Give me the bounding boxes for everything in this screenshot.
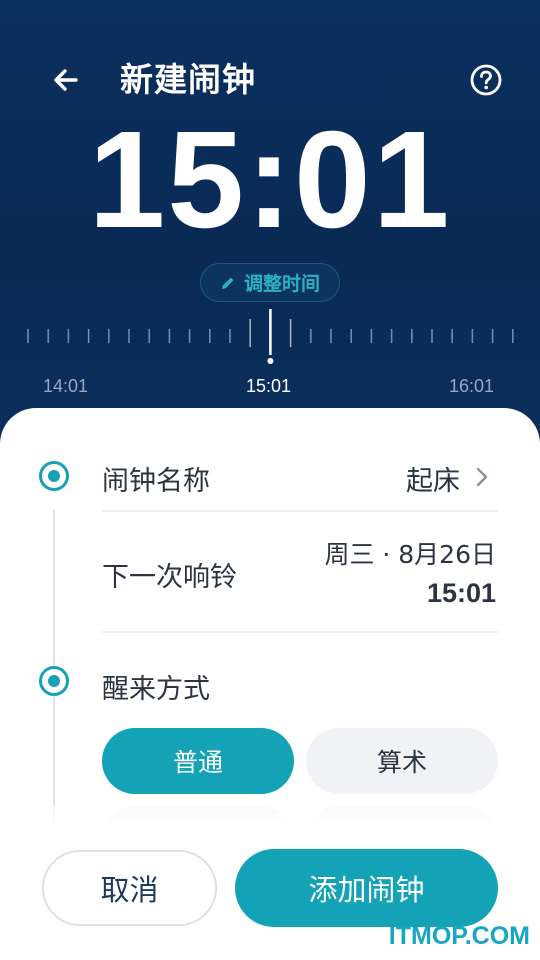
- ruler-label-left: 14:01: [43, 376, 89, 396]
- wake-method-label: 醒来方式: [102, 674, 210, 705]
- alarm-name-label: 闹钟名称: [102, 466, 210, 497]
- next-ring-date: 周三 · 8月26日: [324, 540, 496, 569]
- question-circle-icon: [470, 64, 502, 96]
- arrow-left-icon: [54, 69, 78, 91]
- cancel-button[interactable]: 取消: [42, 850, 217, 926]
- next-ring-time: 15:01: [426, 578, 496, 608]
- adjust-time-label: 调整时间: [243, 273, 320, 295]
- ruler-label-right: 16:01: [449, 376, 495, 396]
- timeline-dot-name: [39, 461, 69, 491]
- timeline-dot-wake: [39, 666, 69, 696]
- wake-mode-math-button[interactable]: 算术: [306, 728, 498, 794]
- chevron-right-icon[interactable]: [474, 466, 490, 488]
- time-ruler-slider[interactable]: [0, 305, 540, 367]
- alarm-time-display: 15:01: [88, 103, 452, 257]
- help-button[interactable]: [466, 60, 506, 100]
- next-ring-value: 周三 · 8月26日 15:01: [324, 536, 496, 612]
- page-title: 新建闹钟: [120, 60, 256, 99]
- wake-mode-normal-button[interactable]: 普通: [102, 728, 294, 794]
- scroll-fade: [0, 805, 540, 829]
- pencil-icon: [221, 277, 234, 289]
- divider: [102, 510, 498, 512]
- ruler-current-dot: [267, 358, 274, 364]
- alarm-name-value[interactable]: 起床: [406, 459, 460, 498]
- divider: [102, 631, 498, 633]
- next-ring-label: 下一次响铃: [102, 562, 237, 593]
- watermark: ITMOP.COM: [388, 922, 530, 950]
- ruler-label-center: 15:01: [246, 376, 292, 396]
- adjust-time-button[interactable]: 调整时间: [200, 263, 340, 302]
- back-button[interactable]: [44, 58, 88, 102]
- add-alarm-button[interactable]: 添加闹钟: [235, 849, 498, 927]
